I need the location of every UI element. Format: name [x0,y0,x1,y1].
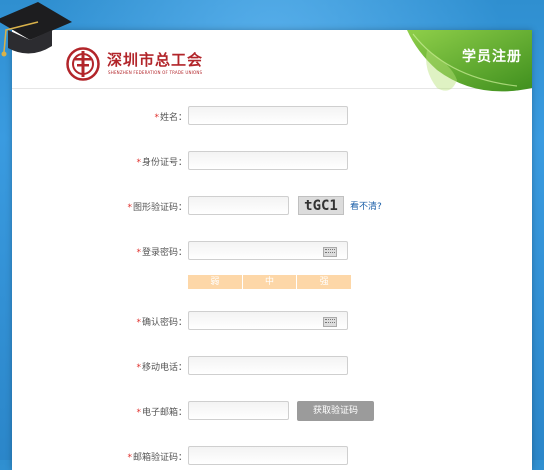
mobile-label: *移动电话： [136,360,187,373]
captcha-image[interactable]: tGC1 [298,196,344,215]
email-code-row: *邮箱验证码： [12,446,532,468]
email-label: *电子邮箱： [136,405,187,418]
id-number-row: *身份证号： [12,151,532,173]
strength-strong: 强 [297,275,352,289]
org-name-en: SHENZHEN FEDERATION OF TRADE UNIONS [108,70,203,75]
required-mark: * [127,203,132,213]
password-label-text: 登录密码： [141,248,187,258]
email-code-label: *邮箱验证码： [127,450,187,463]
leaf-banner-icon [407,30,532,92]
password-strength-meter: 弱 中 强 [188,275,352,289]
captcha-refresh-link[interactable]: 看不清? [350,199,382,212]
get-verification-code-button[interactable]: 获取验证码 [297,401,374,421]
email-input[interactable] [188,401,289,420]
graduation-cap-icon [0,2,72,57]
password-strength-row: 弱 中 强 [12,275,532,297]
required-mark: * [136,158,141,168]
confirm-password-row: *确认密码： [12,311,532,333]
confirm-password-input[interactable] [188,311,348,330]
password-row: *登录密码： [12,241,532,263]
name-row: *姓名： [12,106,532,128]
password-input[interactable] [188,241,348,260]
image-captcha-row: *图形验证码： tGC1 看不清? [12,196,532,218]
strength-medium: 中 [242,275,298,289]
required-mark: * [136,408,141,418]
email-label-text: 电子邮箱： [141,408,187,418]
confirm-password-label: *确认密码： [136,315,187,328]
name-input[interactable] [188,106,348,125]
required-mark: * [154,113,159,123]
image-captcha-label-text: 图形验证码： [132,203,187,213]
keyboard-icon[interactable] [323,247,337,257]
registration-panel: 深圳市总工会 SHENZHEN FEDERATION OF TRADE UNIO… [12,30,532,470]
mobile-row: *移动电话： [12,356,532,378]
required-mark: * [136,363,141,373]
mobile-label-text: 移动电话： [141,363,187,373]
id-number-input[interactable] [188,151,348,170]
mobile-input[interactable] [188,356,348,375]
required-mark: * [127,453,132,463]
email-code-label-text: 邮箱验证码： [132,453,187,463]
org-name-cn: 深圳市总工会 [107,51,204,69]
email-code-input[interactable] [188,446,348,465]
id-number-label-text: 身份证号： [141,158,187,168]
required-mark: * [136,248,141,258]
page-header: 深圳市总工会 SHENZHEN FEDERATION OF TRADE UNIO… [12,30,532,92]
confirm-password-label-text: 确认密码： [141,318,187,328]
strength-weak: 弱 [188,275,243,289]
name-label-text: 姓名： [159,113,187,123]
image-captcha-input[interactable] [188,196,289,215]
image-captcha-label: *图形验证码： [127,200,187,213]
page-title: 学员注册 [462,49,522,65]
id-number-label: *身份证号： [136,155,187,168]
email-row: *电子邮箱： 获取验证码 [12,401,532,423]
required-mark: * [136,318,141,328]
password-label: *登录密码： [136,245,187,258]
keyboard-icon[interactable] [323,317,337,327]
name-label: *姓名： [154,110,187,123]
